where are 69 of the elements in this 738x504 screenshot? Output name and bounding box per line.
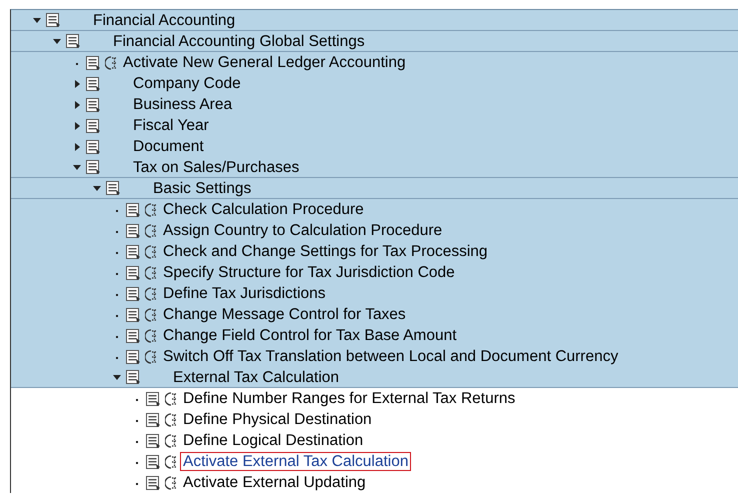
activity-link[interactable]: Change Field Control for Tax Base Amount [160,326,460,345]
document-icon [126,244,140,258]
activity-link[interactable]: Define Tax Jurisdictions [160,284,329,303]
document-icon [126,350,140,364]
document-icon [86,56,100,70]
clock-icon[interactable] [165,476,178,490]
clock-icon[interactable] [165,412,178,426]
clock-icon[interactable] [165,454,178,468]
tree-node[interactable]: External Tax Calculation [170,368,342,386]
activity-link[interactable]: Define Number Ranges for External Tax Returns [180,389,518,408]
activity-link[interactable]: Activate External Updating [180,473,369,492]
activity-link[interactable]: Activate External Tax Calculation [180,452,412,471]
document-icon [46,13,60,27]
activity-link[interactable]: Check and Change Settings for Tax Processing [160,242,491,261]
activity-link[interactable]: Define Physical Destination [180,410,375,429]
document-icon [86,140,100,154]
clock-icon[interactable] [165,434,178,448]
document-icon [146,412,160,426]
activity-link[interactable]: Define Logical Destination [180,431,366,450]
document-icon [86,98,100,112]
collapse-arrow-icon[interactable] [73,163,81,171]
document-icon [126,202,140,216]
collapse-arrow-icon[interactable] [113,373,121,381]
clock-icon[interactable] [145,308,158,322]
expand-arrow-icon[interactable] [73,142,81,150]
collapse-arrow-icon[interactable] [93,184,101,192]
collapse-arrow-icon[interactable] [53,37,61,45]
document-icon [86,76,100,90]
tree-node[interactable]: Financial Accounting [90,10,238,30]
document-icon [146,476,160,490]
clock-icon[interactable] [145,244,158,258]
document-icon [126,224,140,238]
collapse-arrow-icon[interactable] [33,16,41,24]
activity-link[interactable]: Activate New General Ledger Accounting [120,53,409,72]
document-icon [106,181,120,195]
tree-node[interactable]: Tax on Sales/Purchases [130,158,302,176]
document-icon [146,454,160,468]
tree-node[interactable]: Fiscal Year [130,116,212,135]
clock-icon[interactable] [145,202,158,216]
clock-icon[interactable] [165,392,178,406]
tree-node[interactable]: Business Area [130,95,236,114]
document-icon [126,266,140,280]
activity-link[interactable]: Change Message Control for Taxes [160,305,409,324]
document-icon [86,160,100,174]
document-icon [126,308,140,322]
clock-icon[interactable] [105,56,118,70]
tree-node[interactable]: Company Code [130,74,244,93]
clock-icon[interactable] [145,224,158,238]
tree-node[interactable]: Document [130,137,207,156]
tree-node[interactable]: Basic Settings [150,178,254,198]
clock-icon[interactable] [145,266,158,280]
activity-link[interactable]: Switch Off Tax Translation between Local and Document Currency [160,347,622,366]
document-icon [86,118,100,132]
clock-icon[interactable] [145,286,158,300]
document-icon [126,286,140,300]
expand-arrow-icon[interactable] [73,80,81,88]
document-icon [126,328,140,342]
clock-icon[interactable] [145,328,158,342]
document-icon [66,34,80,48]
activity-link[interactable]: Assign Country to Calculation Procedure [160,221,446,240]
activity-link[interactable]: Check Calculation Procedure [160,200,367,219]
expand-arrow-icon[interactable] [73,122,81,130]
clock-icon[interactable] [145,350,158,364]
document-icon [126,370,140,384]
document-icon [146,434,160,448]
activity-link[interactable]: Specify Structure for Tax Jurisdiction Code [160,263,458,282]
tree-node[interactable]: Financial Accounting Global Settings [110,32,368,50]
expand-arrow-icon[interactable] [73,100,81,108]
document-icon [146,392,160,406]
